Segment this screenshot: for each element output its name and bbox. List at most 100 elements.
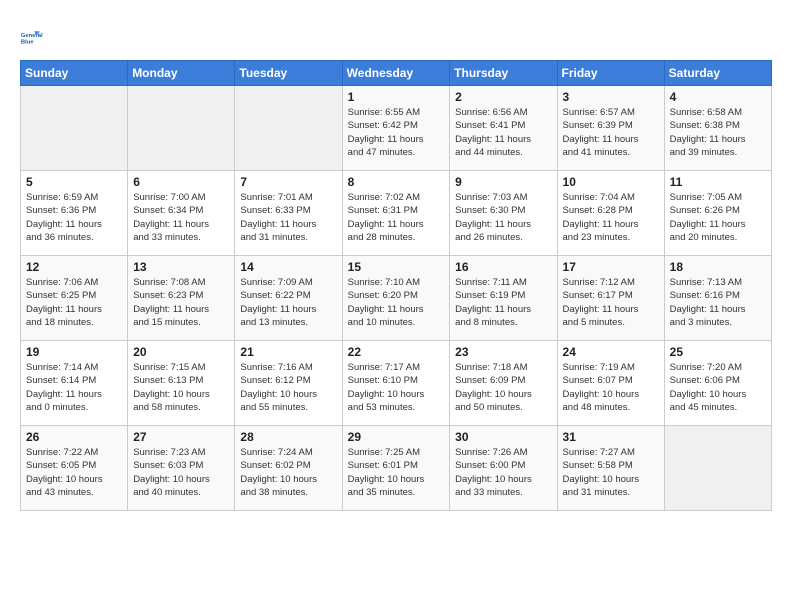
day-info: Sunrise: 7:18 AM Sunset: 6:09 PM Dayligh… — [455, 361, 551, 414]
calendar-cell — [128, 86, 235, 171]
calendar-cell: 1 Sunrise: 6:55 AM Sunset: 6:42 PM Daylig… — [342, 86, 450, 171]
day-number: 23 — [455, 345, 551, 359]
day-info: Sunrise: 6:59 AM Sunset: 6:36 PM Dayligh… — [26, 191, 122, 244]
day-number: 2 — [455, 90, 551, 104]
calendar-table: SundayMondayTuesdayWednesdayThursdayFrid… — [20, 60, 772, 511]
day-info: Sunrise: 7:11 AM Sunset: 6:19 PM Dayligh… — [455, 276, 551, 329]
calendar-week-row: 12 Sunrise: 7:06 AM Sunset: 6:25 PM Dayli… — [21, 256, 772, 341]
day-number: 24 — [563, 345, 659, 359]
day-info: Sunrise: 7:09 AM Sunset: 6:22 PM Dayligh… — [240, 276, 336, 329]
svg-text:General: General — [21, 33, 43, 39]
calendar-cell: 17 Sunrise: 7:12 AM Sunset: 6:17 PM Dayli… — [557, 256, 664, 341]
calendar-cell: 11 Sunrise: 7:05 AM Sunset: 6:26 PM Dayli… — [664, 171, 771, 256]
day-number: 5 — [26, 175, 122, 189]
calendar-cell: 14 Sunrise: 7:09 AM Sunset: 6:22 PM Dayli… — [235, 256, 342, 341]
day-info: Sunrise: 7:04 AM Sunset: 6:28 PM Dayligh… — [563, 191, 659, 244]
logo: General Blue — [20, 20, 60, 56]
calendar-cell — [664, 426, 771, 511]
day-info: Sunrise: 7:10 AM Sunset: 6:20 PM Dayligh… — [348, 276, 445, 329]
svg-text:Blue: Blue — [21, 39, 34, 45]
calendar-cell: 19 Sunrise: 7:14 AM Sunset: 6:14 PM Dayli… — [21, 341, 128, 426]
page-header: General Blue — [20, 20, 772, 56]
day-info: Sunrise: 6:56 AM Sunset: 6:41 PM Dayligh… — [455, 106, 551, 159]
day-info: Sunrise: 7:02 AM Sunset: 6:31 PM Dayligh… — [348, 191, 445, 244]
calendar-week-row: 26 Sunrise: 7:22 AM Sunset: 6:05 PM Dayli… — [21, 426, 772, 511]
day-number: 11 — [670, 175, 766, 189]
day-number: 26 — [26, 430, 122, 444]
day-header-sunday: Sunday — [21, 61, 128, 86]
day-number: 14 — [240, 260, 336, 274]
calendar-cell — [21, 86, 128, 171]
day-info: Sunrise: 7:22 AM Sunset: 6:05 PM Dayligh… — [26, 446, 122, 499]
calendar-cell: 29 Sunrise: 7:25 AM Sunset: 6:01 PM Dayli… — [342, 426, 450, 511]
day-header-friday: Friday — [557, 61, 664, 86]
day-number: 28 — [240, 430, 336, 444]
day-info: Sunrise: 7:12 AM Sunset: 6:17 PM Dayligh… — [563, 276, 659, 329]
day-number: 12 — [26, 260, 122, 274]
day-number: 25 — [670, 345, 766, 359]
day-header-saturday: Saturday — [664, 61, 771, 86]
day-info: Sunrise: 7:24 AM Sunset: 6:02 PM Dayligh… — [240, 446, 336, 499]
calendar-week-row: 5 Sunrise: 6:59 AM Sunset: 6:36 PM Daylig… — [21, 171, 772, 256]
day-info: Sunrise: 6:55 AM Sunset: 6:42 PM Dayligh… — [348, 106, 445, 159]
day-info: Sunrise: 7:15 AM Sunset: 6:13 PM Dayligh… — [133, 361, 229, 414]
calendar-cell: 21Sunrise: 7:16 AM Sunset: 6:12 PM Dayli… — [235, 341, 342, 426]
calendar-cell: 15 Sunrise: 7:10 AM Sunset: 6:20 PM Dayli… — [342, 256, 450, 341]
calendar-cell: 8Sunrise: 7:02 AM Sunset: 6:31 PM Daylig… — [342, 171, 450, 256]
day-info: Sunrise: 7:06 AM Sunset: 6:25 PM Dayligh… — [26, 276, 122, 329]
day-number: 7 — [240, 175, 336, 189]
calendar-cell — [235, 86, 342, 171]
day-info: Sunrise: 7:05 AM Sunset: 6:26 PM Dayligh… — [670, 191, 766, 244]
calendar-cell: 20Sunrise: 7:15 AM Sunset: 6:13 PM Dayli… — [128, 341, 235, 426]
calendar-cell: 10Sunrise: 7:04 AM Sunset: 6:28 PM Dayli… — [557, 171, 664, 256]
day-number: 15 — [348, 260, 445, 274]
day-number: 16 — [455, 260, 551, 274]
calendar-week-row: 19 Sunrise: 7:14 AM Sunset: 6:14 PM Dayli… — [21, 341, 772, 426]
day-info: Sunrise: 7:03 AM Sunset: 6:30 PM Dayligh… — [455, 191, 551, 244]
day-number: 17 — [563, 260, 659, 274]
day-number: 1 — [348, 90, 445, 104]
day-header-thursday: Thursday — [450, 61, 557, 86]
day-number: 19 — [26, 345, 122, 359]
calendar-cell: 26 Sunrise: 7:22 AM Sunset: 6:05 PM Dayli… — [21, 426, 128, 511]
day-info: Sunrise: 7:01 AM Sunset: 6:33 PM Dayligh… — [240, 191, 336, 244]
calendar-cell: 16 Sunrise: 7:11 AM Sunset: 6:19 PM Dayli… — [450, 256, 557, 341]
day-info: Sunrise: 7:14 AM Sunset: 6:14 PM Dayligh… — [26, 361, 122, 414]
day-info: Sunrise: 7:25 AM Sunset: 6:01 PM Dayligh… — [348, 446, 445, 499]
calendar-cell: 27 Sunrise: 7:23 AM Sunset: 6:03 PM Dayli… — [128, 426, 235, 511]
calendar-cell: 25 Sunrise: 7:20 AM Sunset: 6:06 PM Dayli… — [664, 341, 771, 426]
day-info: Sunrise: 6:58 AM Sunset: 6:38 PM Dayligh… — [670, 106, 766, 159]
calendar-cell: 5 Sunrise: 6:59 AM Sunset: 6:36 PM Daylig… — [21, 171, 128, 256]
day-info: Sunrise: 7:00 AM Sunset: 6:34 PM Dayligh… — [133, 191, 229, 244]
calendar-cell: 9 Sunrise: 7:03 AM Sunset: 6:30 PM Daylig… — [450, 171, 557, 256]
day-number: 29 — [348, 430, 445, 444]
day-info: Sunrise: 7:20 AM Sunset: 6:06 PM Dayligh… — [670, 361, 766, 414]
day-number: 31 — [563, 430, 659, 444]
calendar-cell: 22 Sunrise: 7:17 AM Sunset: 6:10 PM Dayli… — [342, 341, 450, 426]
day-number: 6 — [133, 175, 229, 189]
day-info: Sunrise: 7:19 AM Sunset: 6:07 PM Dayligh… — [563, 361, 659, 414]
day-info: Sunrise: 7:23 AM Sunset: 6:03 PM Dayligh… — [133, 446, 229, 499]
calendar-cell: 4 Sunrise: 6:58 AM Sunset: 6:38 PM Daylig… — [664, 86, 771, 171]
day-info: Sunrise: 7:26 AM Sunset: 6:00 PM Dayligh… — [455, 446, 551, 499]
calendar-cell: 24 Sunrise: 7:19 AM Sunset: 6:07 PM Dayli… — [557, 341, 664, 426]
day-number: 4 — [670, 90, 766, 104]
day-number: 3 — [563, 90, 659, 104]
day-number: 22 — [348, 345, 445, 359]
calendar-header-row: SundayMondayTuesdayWednesdayThursdayFrid… — [21, 61, 772, 86]
day-number: 9 — [455, 175, 551, 189]
calendar-cell: 28 Sunrise: 7:24 AM Sunset: 6:02 PM Dayli… — [235, 426, 342, 511]
calendar-cell: 13Sunrise: 7:08 AM Sunset: 6:23 PM Dayli… — [128, 256, 235, 341]
calendar-cell: 18Sunrise: 7:13 AM Sunset: 6:16 PM Dayli… — [664, 256, 771, 341]
calendar-cell: 31Sunrise: 7:27 AM Sunset: 5:58 PM Dayli… — [557, 426, 664, 511]
day-number: 30 — [455, 430, 551, 444]
day-number: 27 — [133, 430, 229, 444]
calendar-cell: 6 Sunrise: 7:00 AM Sunset: 6:34 PM Daylig… — [128, 171, 235, 256]
calendar-week-row: 1 Sunrise: 6:55 AM Sunset: 6:42 PM Daylig… — [21, 86, 772, 171]
calendar-cell: 3 Sunrise: 6:57 AM Sunset: 6:39 PM Daylig… — [557, 86, 664, 171]
calendar-cell: 2 Sunrise: 6:56 AM Sunset: 6:41 PM Daylig… — [450, 86, 557, 171]
day-info: Sunrise: 6:57 AM Sunset: 6:39 PM Dayligh… — [563, 106, 659, 159]
calendar-cell: 23 Sunrise: 7:18 AM Sunset: 6:09 PM Dayli… — [450, 341, 557, 426]
day-info: Sunrise: 7:17 AM Sunset: 6:10 PM Dayligh… — [348, 361, 445, 414]
day-header-monday: Monday — [128, 61, 235, 86]
